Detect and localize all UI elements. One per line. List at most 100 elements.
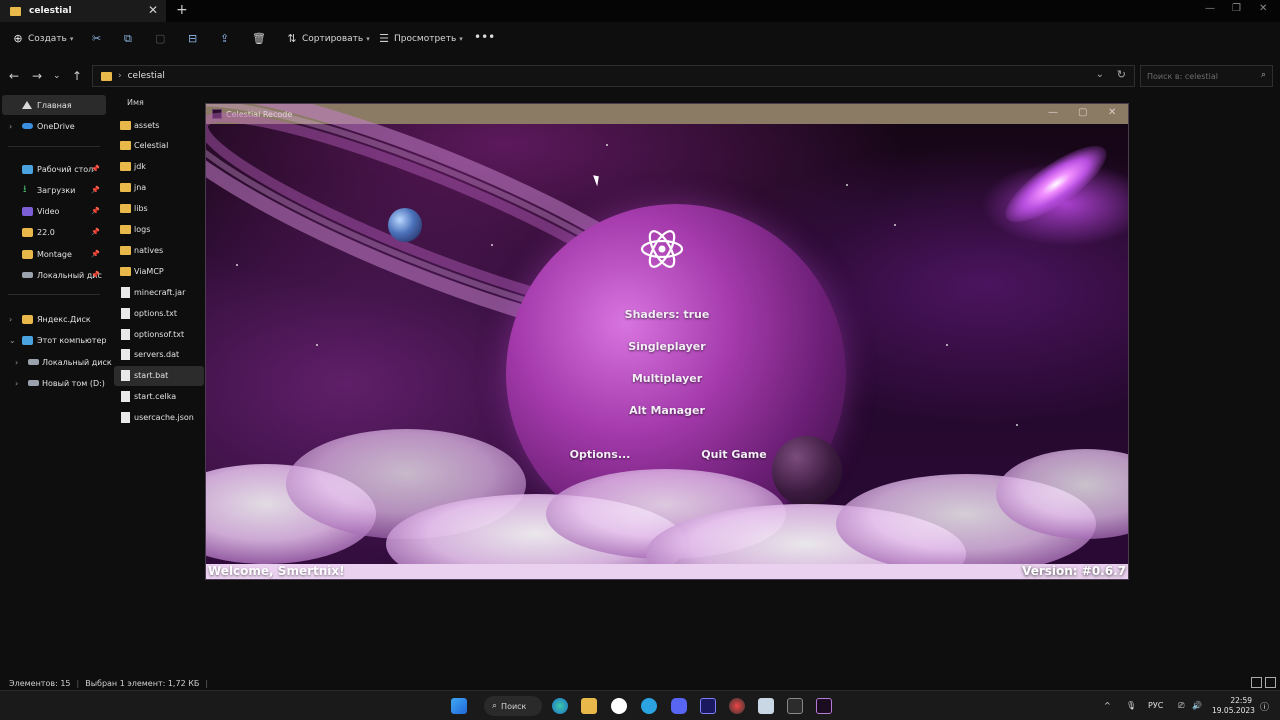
sidebar-item-video[interactable]: Video 📌	[0, 201, 104, 221]
game-window: Celestial Recode — ▢ ✕ Shaders: true Sin…	[205, 103, 1129, 580]
star	[236, 264, 238, 266]
file-explorer-icon[interactable]	[581, 698, 597, 714]
photos-icon[interactable]	[758, 698, 774, 714]
tab-celestial[interactable]: celestial ✕	[0, 0, 166, 22]
quit-game-button[interactable]: Quit Game	[684, 448, 784, 461]
desktop-icon	[22, 165, 33, 174]
close-window-icon[interactable]: ✕	[1259, 3, 1267, 14]
audition-icon[interactable]	[700, 698, 716, 714]
file-row[interactable]: minecraft.jar	[114, 282, 204, 302]
create-button[interactable]: ⊕ Создать ▾	[12, 33, 73, 45]
file-row[interactable]: natives	[114, 240, 204, 260]
file-name: start.celka	[134, 392, 177, 402]
clock-time: 22:59	[1230, 696, 1252, 705]
singleplayer-button[interactable]: Singleplayer	[612, 340, 722, 353]
discord-icon[interactable]	[671, 698, 687, 714]
sidebar-item-desktop[interactable]: Рабочий стол 📌	[0, 159, 104, 179]
back-icon[interactable]: ←	[9, 69, 19, 83]
file-icon	[121, 349, 130, 361]
sidebar-item-label: Яндекс.Диск	[37, 314, 91, 324]
pin-icon[interactable]: 📌	[91, 186, 100, 194]
file-row[interactable]: start.bat	[114, 365, 204, 386]
microphone-icon[interactable]: 🎙	[1126, 701, 1136, 710]
sidebar-item-this-pc[interactable]: ⌄ Этот компьютер	[0, 330, 106, 350]
tiles-view-icon[interactable]	[1265, 677, 1276, 688]
column-header-name[interactable]: Имя	[127, 98, 144, 107]
sort-button[interactable]: ⇅ Сортировать ▾	[286, 33, 369, 45]
edge-icon[interactable]	[552, 698, 568, 714]
file-row[interactable]: optionsof.txt	[114, 324, 204, 344]
sidebar-item-new-volume[interactable]: › Новый том (D:)	[0, 373, 105, 393]
view-button[interactable]: ☰ Просмотреть ▾	[378, 33, 463, 45]
file-row[interactable]: libs	[114, 199, 204, 219]
new-tab-icon[interactable]: +	[176, 2, 188, 18]
close-window-icon[interactable]: ✕	[1108, 107, 1116, 118]
sidebar-item-22[interactable]: 22.0 📌	[0, 222, 104, 242]
shaders-toggle-button[interactable]: Shaders: true	[612, 308, 722, 321]
search-input[interactable]: Поиск в: celestial ⌕	[1140, 65, 1273, 87]
minimize-icon[interactable]: —	[1048, 107, 1058, 118]
maximize-icon[interactable]: ❐	[1232, 3, 1241, 14]
obs-icon[interactable]	[729, 698, 745, 714]
address-dropdown-icon[interactable]: ⌄	[1096, 69, 1104, 80]
pin-icon[interactable]: 📌	[91, 165, 100, 173]
details-view-icon[interactable]	[1251, 677, 1262, 688]
breadcrumb-celestial[interactable]: celestial	[128, 71, 165, 81]
taskbar-search[interactable]: ⌕ Поиск	[484, 696, 542, 716]
folder-icon	[22, 228, 33, 237]
paste-icon[interactable]: ▢	[155, 33, 167, 45]
multiplayer-button[interactable]: Multiplayer	[612, 372, 722, 385]
minimize-icon[interactable]: —	[1205, 3, 1215, 14]
file-row[interactable]: jdk	[114, 157, 204, 177]
more-icon[interactable]: •••	[474, 30, 495, 44]
copy-icon[interactable]: ⧉	[124, 33, 136, 45]
sidebar-item-downloads[interactable]: ⭳ Загрузки 📌	[0, 180, 104, 200]
small-blue-planet	[388, 208, 422, 242]
sidebar-item-label: Загрузки	[37, 185, 76, 195]
file-row[interactable]: options.txt	[114, 303, 204, 323]
options-button[interactable]: Options...	[550, 448, 650, 461]
recent-chevron-icon[interactable]: ⌄	[53, 71, 61, 81]
file-row[interactable]: usercache.json	[114, 408, 204, 428]
input-language[interactable]: РУС	[1148, 701, 1163, 710]
address-bar[interactable]: › celestial ⌄ ↻	[92, 65, 1135, 87]
file-row[interactable]: Celestial	[114, 136, 204, 156]
network-icon[interactable]: ⎚	[1178, 701, 1184, 711]
file-row[interactable]: assets	[114, 115, 204, 135]
start-icon[interactable]	[451, 698, 467, 714]
file-row[interactable]: jna	[114, 178, 204, 198]
folder-icon	[120, 183, 131, 193]
share-icon[interactable]: ⇪	[220, 33, 232, 45]
sidebar-item-onedrive[interactable]: › OneDrive	[0, 116, 104, 136]
file-row[interactable]: start.celka	[114, 387, 204, 407]
sidebar-item-yandex-disk[interactable]: › Яндекс.Диск	[0, 309, 104, 329]
pin-icon[interactable]: 📌	[91, 228, 100, 236]
tray-overflow-icon[interactable]: ^	[1104, 701, 1111, 710]
terminal-icon[interactable]	[787, 698, 803, 714]
celestial-app-icon[interactable]	[816, 698, 832, 714]
yandex-browser-icon[interactable]	[611, 698, 627, 714]
pin-icon[interactable]: 📌	[91, 207, 100, 215]
forward-icon[interactable]: →	[32, 69, 42, 83]
sidebar-item-local-disk-pinned[interactable]: Локальный дис 📌	[0, 265, 104, 285]
close-tab-icon[interactable]: ✕	[148, 3, 158, 17]
alt-manager-button[interactable]: Alt Manager	[612, 404, 722, 417]
refresh-icon[interactable]: ↻	[1117, 68, 1126, 81]
volume-icon[interactable]: 🔊	[1192, 701, 1202, 710]
notifications-icon[interactable]: ⓘ	[1260, 700, 1269, 713]
file-row[interactable]: ViaMCP	[114, 261, 204, 281]
file-row[interactable]: logs	[114, 220, 204, 240]
pin-icon[interactable]: 📌	[91, 250, 100, 258]
file-row[interactable]: servers.dat	[114, 345, 204, 365]
up-icon[interactable]: ↑	[72, 69, 82, 83]
cut-icon[interactable]: ✂	[92, 33, 104, 45]
delete-icon[interactable]: 🗑	[252, 33, 266, 45]
telegram-icon[interactable]	[641, 698, 657, 714]
sidebar-item-montage[interactable]: Montage 📌	[0, 244, 104, 264]
pin-icon[interactable]: 📌	[91, 271, 100, 279]
sidebar-item-local-disk[interactable]: › Локальный диск	[0, 352, 112, 372]
maximize-icon[interactable]: ▢	[1078, 107, 1087, 118]
rename-icon[interactable]: ⊟	[188, 33, 200, 45]
clock[interactable]: 22:59 19.05.2023	[1212, 696, 1255, 716]
sidebar-item-home[interactable]: Главная	[2, 95, 106, 115]
